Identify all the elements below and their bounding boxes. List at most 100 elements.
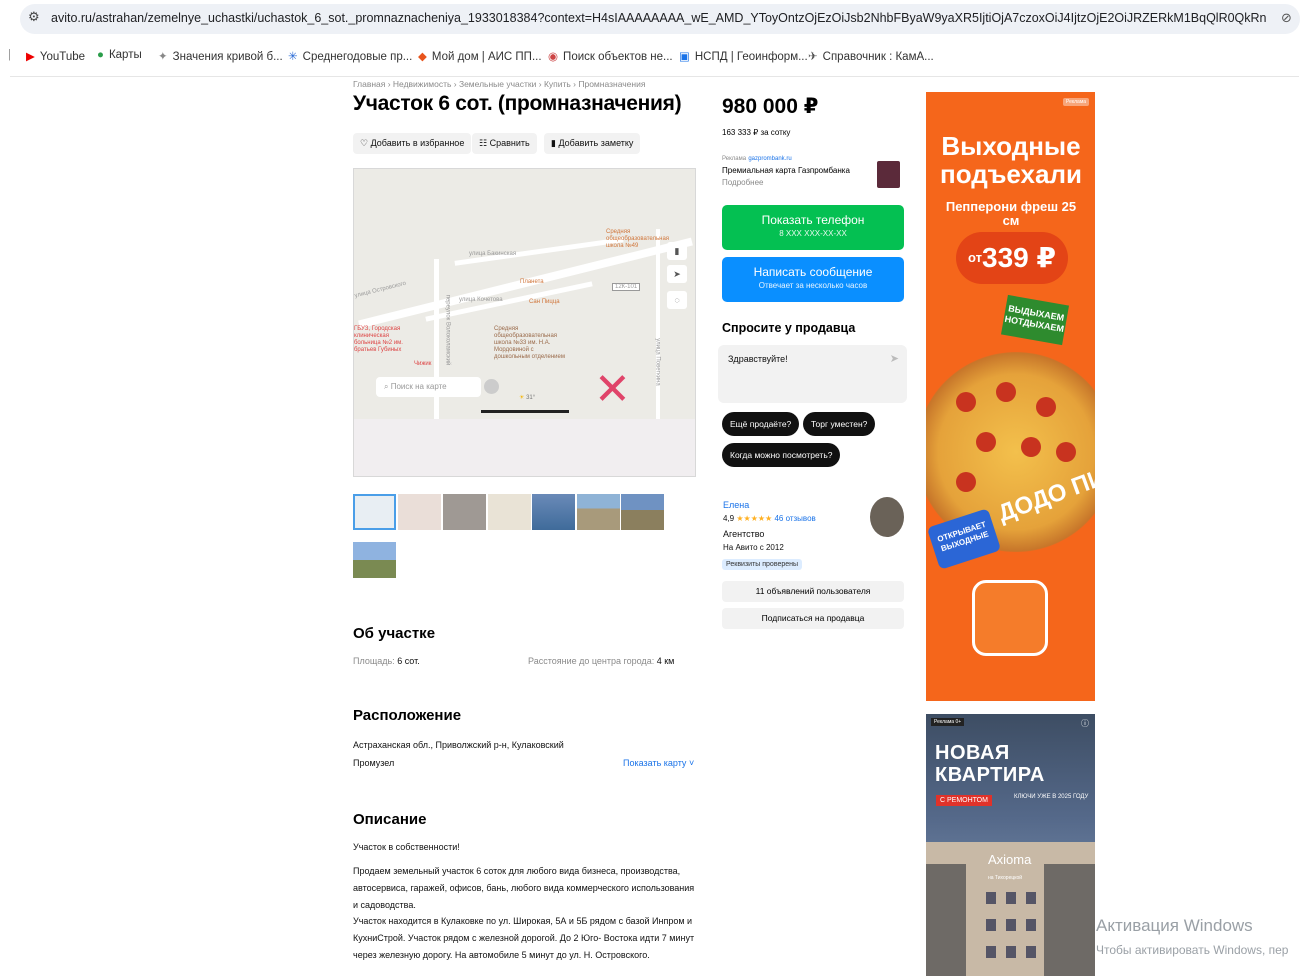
info-icon[interactable]: ⓘ <box>1081 718 1089 729</box>
window-icon <box>986 892 996 904</box>
avatar[interactable] <box>870 497 904 537</box>
add-note-button[interactable]: ▮ Добавить заметку <box>544 133 641 154</box>
thumbnail-photo[interactable] <box>532 494 575 530</box>
about-heading: Об участке <box>353 625 436 642</box>
map-overlay <box>354 419 695 476</box>
thumbnail-photo[interactable] <box>443 494 486 530</box>
map-locate-icon[interactable]: ➤ <box>667 265 687 283</box>
bookmark-maps[interactable]: ● Карты <box>97 49 142 61</box>
map-layers-icon[interactable]: ▮ <box>667 242 687 260</box>
os-activation-watermark: Активация Windows <box>1096 916 1253 935</box>
banner-price: от339 ₽ <box>956 232 1068 284</box>
write-message-button[interactable]: Написать сообщение Отвечает за несколько… <box>722 257 904 302</box>
send-icon[interactable]: ➤ <box>890 352 899 365</box>
district-text: Промузел <box>353 758 395 768</box>
bookmark-mydom[interactable]: ◆ Мой дом | АИС ПП... <box>418 49 542 63</box>
pepperoni-icon <box>956 392 976 412</box>
bookmark-avg[interactable]: ✳ Среднегодовые пр... <box>288 49 412 63</box>
distance-field: Расстояние до центра города: 4 км <box>528 656 675 666</box>
building-part <box>1044 864 1095 976</box>
quick-question-chip[interactable]: Когда можно посмотреть? <box>722 443 841 467</box>
ad-banner-dodo[interactable]: Реклама Выходные подъехали Пепперони фре… <box>926 92 1095 701</box>
quick-question-chip[interactable]: Ещё продаёте? <box>722 412 800 436</box>
user-listings-button[interactable]: 11 объявлений пользователя <box>722 581 904 602</box>
map-street-label: улица Поветкина <box>654 338 661 386</box>
toolbar-divider <box>10 76 1299 77</box>
window-icon <box>1006 946 1016 958</box>
banner-keys-text: КЛЮЧИ УЖЕ В 2025 ГОДУ <box>1014 794 1089 800</box>
pepperoni-icon <box>996 382 1016 402</box>
thumbnail-photo[interactable] <box>398 494 441 530</box>
os-activation-watermark-sub: Чтобы активировать Windows, пер <box>1096 943 1289 957</box>
add-favorite-button[interactable]: ♡ Добавить в избранное <box>353 133 472 154</box>
thumbnail-photo[interactable] <box>577 494 620 530</box>
seller-type: Агентство <box>723 529 765 539</box>
map-compass-icon[interactable]: ◌ <box>667 291 687 309</box>
map-scrollbar[interactable] <box>481 410 569 413</box>
ask-seller-heading: Спросите у продавца <box>722 321 856 335</box>
tracking-off-icon[interactable]: ⊘ <box>1281 10 1292 26</box>
show-map-link[interactable]: Показать карту ˅ <box>623 758 694 768</box>
bookmark-kama[interactable]: ✈ Справочник : КамА... <box>808 49 934 63</box>
browser-address-bar: ⚙ avito.ru/astrahan/zemelnye_uchastki/uc… <box>0 0 1309 38</box>
map-search-input[interactable]: ⌕ Поиск на карте <box>376 377 481 397</box>
url-text[interactable]: avito.ru/astrahan/zemelnye_uchastki/ucha… <box>51 11 1266 25</box>
ad-tag: Реклама <box>1063 98 1090 106</box>
compare-button[interactable]: ☷ Сравнить <box>472 133 537 154</box>
thumbnail-photo[interactable] <box>353 542 396 578</box>
location-map[interactable]: улица Бакинская улица Кочетова улица Ост… <box>353 168 696 477</box>
map-road-number: 12К-101 <box>612 283 641 291</box>
bookmark-nspd[interactable]: ▣ НСПД | Геоинформ... <box>679 49 808 63</box>
thumbnail-map[interactable] <box>353 494 396 530</box>
window-icon <box>1006 919 1016 931</box>
map-poi-hospital[interactable]: ГБУЗ, Городская клиническая больница №2 … <box>354 326 414 354</box>
breadcrumb[interactable]: Главная › Недвижимость › Земельные участ… <box>353 79 645 89</box>
window-icon <box>1026 946 1036 958</box>
map-street-label: улица Островского <box>354 280 407 300</box>
bookmark-search-objects[interactable]: ◉ Поиск объектов не... <box>548 49 673 63</box>
diamond-icon: ◆ <box>418 51 427 63</box>
map-street-label: улица Кочетова <box>459 297 503 303</box>
pepperoni-icon <box>1021 437 1041 457</box>
verified-badge: Реквизиты проверены <box>722 559 803 570</box>
pepperoni-icon <box>976 432 996 452</box>
map-poi-planet[interactable]: Планета <box>520 279 544 285</box>
thumbnail-photo[interactable] <box>488 494 531 530</box>
seller-since: На Авито с 2012 <box>723 543 784 552</box>
truck-icon: ✈ <box>808 51 818 63</box>
thumbnail-photo[interactable] <box>621 494 664 530</box>
ask-seller-input[interactable]: Здравствуйте! ➤ <box>718 345 907 403</box>
show-phone-button[interactable]: Показать телефон 8 XXX XXX-XX-XX <box>722 205 904 250</box>
map-poi-chizhik[interactable]: Чижик <box>414 361 431 368</box>
bookmarks-bar: | ▶ YouTube ● Карты ✦ Значения кривой б... … <box>0 42 1309 70</box>
snowflake-icon: ✳ <box>288 51 298 63</box>
map-road <box>656 229 660 419</box>
map-user-icon[interactable] <box>484 379 499 394</box>
subscribe-seller-button[interactable]: Подписаться на продавца <box>722 608 904 629</box>
sidebar-ad[interactable]: Реклама gazprombank.ru Премиальная карта… <box>722 152 850 189</box>
maps-pin-icon: ● <box>97 49 104 61</box>
ad-banner-axioma[interactable]: Реклама 0+ ⓘ НОВАЯ КВАРТИРА С РЕМОНТОМ К… <box>926 714 1095 976</box>
description-heading: Описание <box>353 811 427 828</box>
price-per-sotka: 163 333 ₽ за сотку <box>722 128 791 137</box>
bookmark-curve[interactable]: ✦ Значения кривой б... <box>158 49 283 63</box>
map-poi-school33[interactable]: Средняя общеобразовательная школа №33 им… <box>494 326 569 361</box>
site-settings-icon[interactable]: ⚙ <box>28 9 40 25</box>
seller-rating[interactable]: 4,9 ★★★★★ 46 отзывов <box>723 514 816 523</box>
dodo-logo-icon <box>972 580 1048 656</box>
description-p2: Продаем земельный участок 6 соток для лю… <box>353 866 695 910</box>
description-p3: Участок находится в Кулаковке по ул. Шир… <box>353 916 695 960</box>
map-poi-sanpizza[interactable]: Сан Пицца <box>529 299 560 305</box>
window-icon <box>1026 919 1036 931</box>
close-map-icon[interactable]: ✕ <box>594 364 631 415</box>
seller-name[interactable]: Елена <box>723 500 749 510</box>
description-p1: Участок в собственности! <box>353 842 460 852</box>
compare-icon: ☷ <box>479 138 488 148</box>
note-icon: ▮ <box>551 138 556 148</box>
banner-badge: ОТКРЫВАЕТ ВЫХОДНЫЕ <box>926 508 1002 570</box>
rating-stars-icon: ★★★★★ <box>736 514 773 523</box>
chevron-down-icon: ˅ <box>688 758 695 768</box>
bookmark-youtube[interactable]: ▶ YouTube <box>26 49 85 63</box>
heart-icon: ♡ <box>360 138 369 148</box>
quick-question-chip[interactable]: Торг уместен? <box>803 412 876 436</box>
